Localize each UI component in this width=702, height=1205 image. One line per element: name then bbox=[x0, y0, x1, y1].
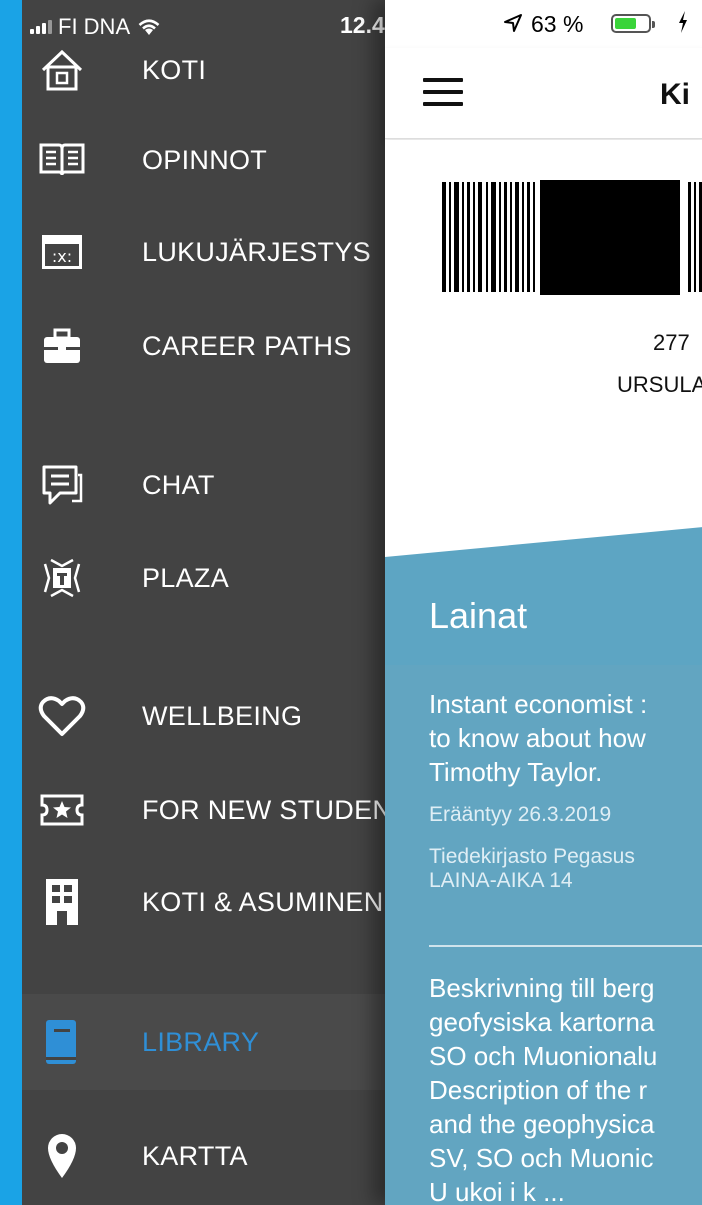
charging-bolt-icon bbox=[677, 10, 689, 40]
battery-icon bbox=[611, 14, 655, 33]
menu-item-label: CHAT bbox=[142, 469, 215, 500]
wifi-icon bbox=[138, 19, 160, 35]
menu-item-chat[interactable]: CHAT bbox=[22, 455, 402, 515]
loans-heading: Lainat bbox=[429, 595, 528, 636]
library-book-icon bbox=[36, 1016, 88, 1068]
menu-item-koti-asuminen[interactable]: KOTI & ASUMINEN bbox=[22, 872, 402, 932]
menu-item-label: KOTI bbox=[142, 54, 207, 85]
building-icon bbox=[36, 876, 88, 928]
app-bar: Ki bbox=[385, 48, 702, 139]
navigation-drawer: FI DNA 12.41 KOTI OPINNOT :x: LUKUJÄRJES… bbox=[22, 0, 427, 1205]
loan-title: Instant economist : to know about how Ti… bbox=[429, 689, 648, 787]
menu-item-label: PLAZA bbox=[142, 562, 230, 593]
card-holder-name: URSULA bbox=[617, 372, 702, 397]
book-open-icon bbox=[36, 134, 88, 186]
menu-item-for-new-students[interactable]: FOR NEW STUDENTS bbox=[22, 780, 427, 840]
app-frame: FI DNA 12.41 KOTI OPINNOT :x: LUKUJÄRJES… bbox=[22, 0, 702, 1205]
plaza-icon bbox=[36, 552, 88, 604]
card-number: 277 bbox=[653, 330, 690, 355]
divider bbox=[429, 945, 702, 947]
menu-item-label: KOTI & ASUMINEN bbox=[142, 886, 384, 917]
menu-item-label: KARTTA bbox=[142, 1140, 248, 1171]
menu-item-label: LIBRARY bbox=[142, 1026, 260, 1057]
home-icon bbox=[36, 44, 88, 96]
svg-text::x:: :x: bbox=[52, 247, 72, 266]
library-card: 277 URSULA bbox=[385, 140, 702, 540]
menu-item-label: CAREER PATHS bbox=[142, 330, 352, 361]
signal-strength-icon bbox=[30, 20, 52, 34]
menu-item-koti[interactable]: KOTI bbox=[22, 40, 402, 100]
battery-fill bbox=[615, 18, 636, 29]
ticket-star-icon bbox=[36, 784, 88, 836]
menu-item-kartta[interactable]: KARTTA bbox=[22, 1126, 402, 1186]
menu-item-wellbeing[interactable]: WELLBEING bbox=[22, 686, 402, 746]
page-title: Ki bbox=[660, 78, 690, 111]
briefcase-icon bbox=[36, 320, 88, 372]
location-arrow-icon bbox=[502, 12, 524, 40]
menu-item-label: LUKUJÄRJESTYS bbox=[142, 236, 371, 267]
loan-location: Tiedekirjasto Pegasus LAINA-AIKA 14 bbox=[429, 845, 635, 892]
battery-percent: 63 % bbox=[531, 11, 584, 37]
carrier-label: FI DNA bbox=[58, 14, 131, 39]
menu-item-label: OPINNOT bbox=[142, 144, 268, 175]
chat-icon bbox=[36, 459, 88, 511]
list-item[interactable]: Instant economist : to know about how Ti… bbox=[429, 687, 702, 893]
menu-hamburger-icon[interactable] bbox=[423, 78, 463, 108]
list-item[interactable]: Beskrivning till berg geofysiska kartorn… bbox=[429, 971, 702, 1205]
menu-item-label: WELLBEING bbox=[142, 700, 303, 731]
calendar-icon: :x: bbox=[36, 226, 88, 278]
menu-item-lukujarjestys[interactable]: :x: LUKUJÄRJESTYS bbox=[22, 222, 402, 282]
barcode-redaction bbox=[540, 180, 680, 295]
menu-item-opinnot[interactable]: OPINNOT bbox=[22, 130, 402, 190]
map-pin-icon bbox=[36, 1130, 88, 1182]
loans-list: Instant economist : to know about how Ti… bbox=[385, 665, 702, 1205]
menu-item-plaza[interactable]: PLAZA bbox=[22, 548, 402, 608]
library-content: 63 % Ki 277 URSULA Lainat Instant econom… bbox=[385, 0, 702, 1205]
loan-title: Beskrivning till berg geofysiska kartorn… bbox=[429, 973, 658, 1205]
menu-item-library[interactable]: LIBRARY bbox=[22, 994, 402, 1090]
menu-item-career-paths[interactable]: CAREER PATHS bbox=[22, 316, 402, 376]
status-bar-left: FI DNA bbox=[30, 14, 162, 40]
heart-icon bbox=[36, 690, 88, 742]
status-bar-right: 63 % bbox=[385, 10, 702, 40]
loan-due-date: Erääntyy 26.3.2019 bbox=[429, 803, 612, 826]
loans-section: Lainat Instant economist : to know about… bbox=[385, 525, 702, 1205]
